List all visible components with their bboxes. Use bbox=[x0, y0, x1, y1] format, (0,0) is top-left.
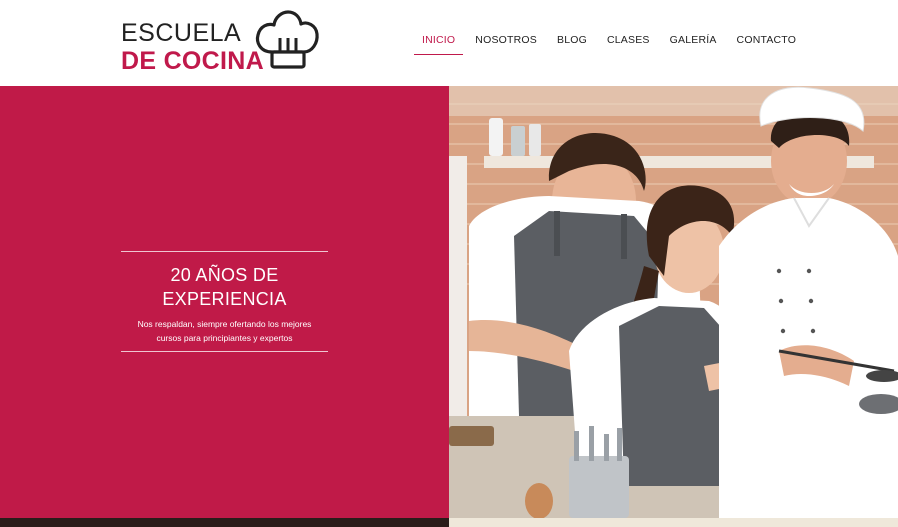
cooking-class-photo bbox=[449, 86, 898, 518]
hero-panel: 20 AÑOS DE EXPERIENCIA Nos respaldan, si… bbox=[0, 86, 449, 518]
bottom-strip-right bbox=[449, 518, 898, 527]
bottom-strip-left bbox=[0, 518, 449, 527]
nav-item-galeria[interactable]: GALERÍA bbox=[660, 30, 727, 54]
main-nav: INICIO NOSOTROS BLOG CLASES GALERÍA CONT… bbox=[412, 30, 807, 55]
chef-hat-icon bbox=[255, 10, 319, 69]
hero-text-box: 20 AÑOS DE EXPERIENCIA Nos respaldan, si… bbox=[121, 251, 328, 352]
logo-text-line2: DE COCINA bbox=[121, 47, 264, 75]
nav-item-contacto[interactable]: CONTACTO bbox=[727, 30, 807, 54]
hero-title: 20 AÑOS DE EXPERIENCIA bbox=[121, 263, 328, 311]
logo-text-line1: ESCUELA bbox=[121, 19, 242, 47]
site-header: ESCUELA DE COCINA INICIO NOSOTROS BLOG C… bbox=[0, 0, 898, 86]
hero-title-line2: EXPERIENCIA bbox=[162, 289, 287, 309]
hero-title-line1: 20 AÑOS DE bbox=[170, 265, 279, 285]
hero-subtitle: Nos respaldan, siempre ofertando los mej… bbox=[137, 319, 312, 343]
logo[interactable]: ESCUELA DE COCINA bbox=[121, 8, 321, 78]
hero-image bbox=[449, 86, 898, 518]
nav-item-clases[interactable]: CLASES bbox=[597, 30, 660, 54]
nav-item-nosotros[interactable]: NOSOTROS bbox=[465, 30, 547, 54]
nav-item-blog[interactable]: BLOG bbox=[547, 30, 597, 54]
nav-item-inicio[interactable]: INICIO bbox=[412, 30, 465, 55]
